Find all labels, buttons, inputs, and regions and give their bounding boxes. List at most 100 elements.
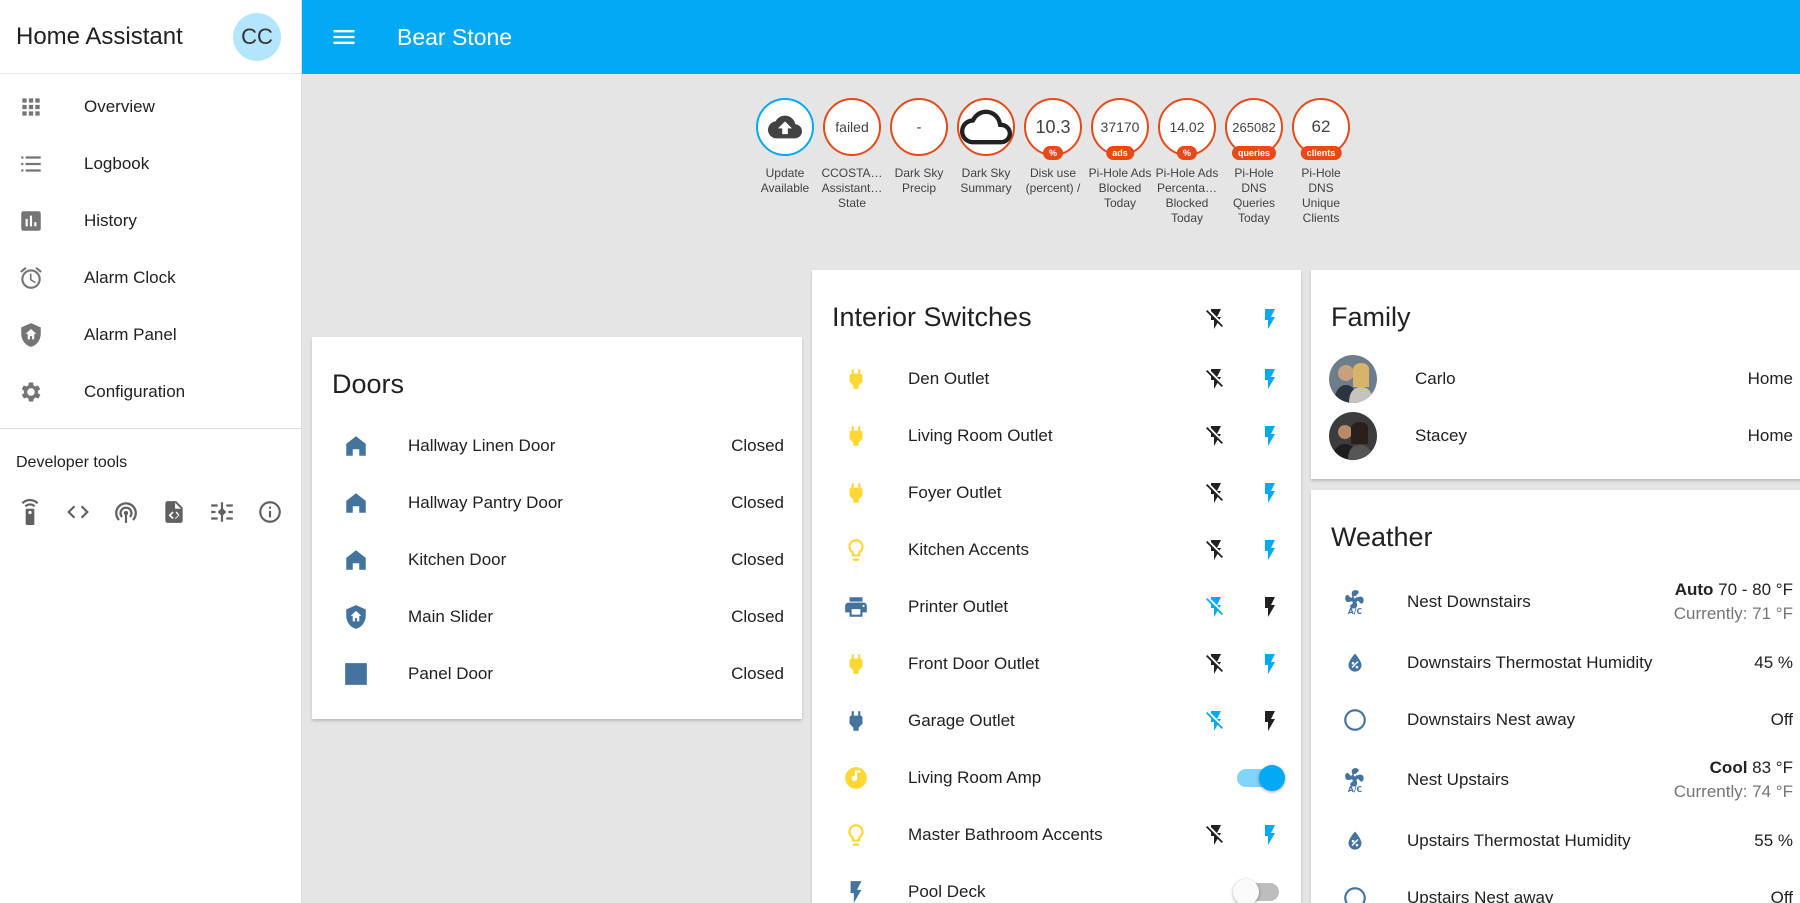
sidebar-item-overview[interactable]: Overview (0, 78, 301, 135)
door-row-hallway-linen[interactable]: Hallway Linen Door Closed (312, 417, 802, 474)
turn-off-button[interactable] (1203, 480, 1229, 506)
badge-assistant-state[interactable]: failed CCOSTA… Assistant… State (821, 98, 883, 226)
dev-tool-states[interactable] (64, 498, 92, 526)
badge-circle: 62 clients (1292, 98, 1350, 160)
app-title: Home Assistant (16, 22, 183, 50)
badge-value: 265082 (1232, 119, 1276, 135)
dev-tool-info[interactable] (256, 498, 284, 526)
turn-on-button[interactable] (1257, 594, 1283, 620)
turn-on-button[interactable] (1257, 708, 1283, 734)
entity-name: Pool Deck (908, 881, 986, 901)
sensor-row-upstairs-humidity[interactable]: Upstairs Thermostat Humidity 55 % (1311, 812, 1800, 869)
badge-pihole-ads-percentage[interactable]: 14.02 % Pi-Hole Ads Percenta… Blocked To… (1156, 98, 1218, 226)
sidebar-item-alarm-clock[interactable]: Alarm Clock (0, 249, 301, 306)
dev-tool-mqtt[interactable] (208, 498, 236, 526)
file-code-icon (161, 499, 187, 525)
flash-off-icon (1204, 307, 1228, 331)
info-icon (257, 499, 283, 525)
switch-controls (1203, 708, 1283, 734)
thermostat-row-nest-downstairs[interactable]: A/C Nest Downstairs Auto 70 - 80 °F Curr… (1311, 570, 1800, 634)
entity-name: Upstairs Thermostat Humidity (1407, 830, 1631, 850)
switch-row-living-room-outlet[interactable]: Living Room Outlet (812, 407, 1301, 464)
badge-pihole-dns-queries[interactable]: 265082 queries Pi-Hole DNS Queries Today (1225, 98, 1283, 226)
turn-off-button[interactable] (1203, 423, 1229, 449)
badge-disk-use[interactable]: 10.3 % Disk use (percent) / (1024, 98, 1082, 226)
turn-on-button[interactable] (1257, 822, 1283, 848)
turn-on-button[interactable] (1257, 537, 1283, 563)
turn-on-button[interactable] (1257, 423, 1283, 449)
avatar (1329, 354, 1377, 403)
home-icon (342, 432, 370, 460)
sidebar-item-alarm-panel[interactable]: Alarm Panel (0, 306, 301, 363)
badge-unit: % (1176, 146, 1198, 160)
switch-row-pool-deck[interactable]: Pool Deck (812, 863, 1301, 903)
badge-update-available[interactable]: Update Available (756, 98, 814, 226)
switch-row-front-door-outlet[interactable]: Front Door Outlet (812, 635, 1301, 692)
flash-icon (1258, 424, 1282, 448)
turn-off-button[interactable] (1203, 822, 1229, 848)
badge-value: 14.02 (1169, 119, 1205, 135)
shield-home-icon (342, 603, 370, 631)
sidebar-item-history[interactable]: History (0, 192, 301, 249)
flash-icon (1258, 652, 1282, 676)
toggle-switch-off[interactable] (1233, 878, 1279, 903)
dev-tool-services[interactable] (16, 498, 44, 526)
card-title: Weather (1331, 522, 1433, 552)
user-avatar[interactable]: CC (233, 12, 281, 61)
badge-label: Update Available (760, 166, 810, 195)
switch-row-printer-outlet[interactable]: Printer Outlet (812, 578, 1301, 635)
entity-name: Nest Upstairs (1407, 770, 1510, 789)
group-controls (1203, 270, 1283, 332)
thermostat-target: 70 - 80 °F (1718, 580, 1793, 599)
badge-dark-sky-precip[interactable]: - Dark Sky Precip (890, 98, 948, 226)
entity-name: Den Outlet (908, 368, 990, 388)
badge-dark-sky-summary[interactable]: Dark Sky Summary (957, 98, 1015, 226)
dev-tool-templates[interactable] (160, 498, 188, 526)
menu-button[interactable] (329, 22, 359, 52)
sensor-row-upstairs-nest-away[interactable]: Upstairs Nest away Off (1311, 869, 1800, 903)
switch-row-kitchen-accents[interactable]: Kitchen Accents (812, 521, 1301, 578)
toggle-switch-on[interactable] (1237, 764, 1285, 791)
sidebar-item-logbook[interactable]: Logbook (0, 135, 301, 192)
thermostat-row-nest-upstairs[interactable]: A/C Nest Upstairs Cool 83 °F Currently: … (1311, 748, 1800, 812)
entity-state: Closed (731, 606, 784, 626)
all-off-button[interactable] (1203, 306, 1229, 332)
flash-off-icon (1204, 652, 1228, 676)
turn-off-button[interactable] (1203, 594, 1229, 620)
turn-on-button[interactable] (1257, 366, 1283, 392)
person-row-stacey[interactable]: Stacey Home (1311, 407, 1800, 464)
flash-off-icon (1204, 424, 1228, 448)
person-row-carlo[interactable]: Carlo Home (1311, 350, 1800, 407)
entity-name: Kitchen Door (408, 549, 507, 569)
switch-row-garage-outlet[interactable]: Garage Outlet (812, 692, 1301, 749)
door-row-panel[interactable]: Panel Door Closed (312, 645, 802, 702)
sensor-row-downstairs-humidity[interactable]: Downstairs Thermostat Humidity 45 % (1311, 634, 1800, 691)
door-row-kitchen[interactable]: Kitchen Door Closed (312, 531, 802, 588)
power-plug-icon (842, 707, 870, 735)
power-plug-icon (842, 422, 870, 450)
badge-pihole-unique-clients[interactable]: 62 clients Pi-Hole DNS Unique Clients (1292, 98, 1350, 226)
door-row-main-slider[interactable]: Main Slider Closed (312, 588, 802, 645)
switch-row-master-bathroom-accents[interactable]: Master Bathroom Accents (812, 806, 1301, 863)
sensor-row-downstairs-nest-away[interactable]: Downstairs Nest away Off (1311, 691, 1800, 748)
switch-controls (1203, 480, 1283, 506)
badge-pihole-ads-blocked[interactable]: 37170 ads Pi-Hole Ads Blocked Today (1089, 98, 1151, 226)
dev-tool-events[interactable] (112, 498, 140, 526)
turn-off-button[interactable] (1203, 708, 1229, 734)
turn-on-button[interactable] (1257, 651, 1283, 677)
turn-on-button[interactable] (1257, 480, 1283, 506)
developer-tools-title: Developer tools (16, 454, 128, 471)
switch-row-living-room-amp[interactable]: Living Room Amp (812, 749, 1301, 806)
toggle-knob (1233, 878, 1259, 903)
switch-row-foyer-outlet[interactable]: Foyer Outlet (812, 464, 1301, 521)
switch-row-den-outlet[interactable]: Den Outlet (812, 350, 1301, 407)
badge-value: - (916, 118, 922, 136)
sidebar-item-configuration[interactable]: Configuration (0, 363, 301, 420)
turn-off-button[interactable] (1203, 537, 1229, 563)
door-row-hallway-pantry[interactable]: Hallway Pantry Door Closed (312, 474, 802, 531)
turn-off-button[interactable] (1203, 366, 1229, 392)
top-toolbar: Bear Stone (302, 0, 1800, 74)
entity-name: Hallway Linen Door (408, 435, 556, 455)
all-on-button[interactable] (1257, 306, 1283, 332)
turn-off-button[interactable] (1203, 651, 1229, 677)
